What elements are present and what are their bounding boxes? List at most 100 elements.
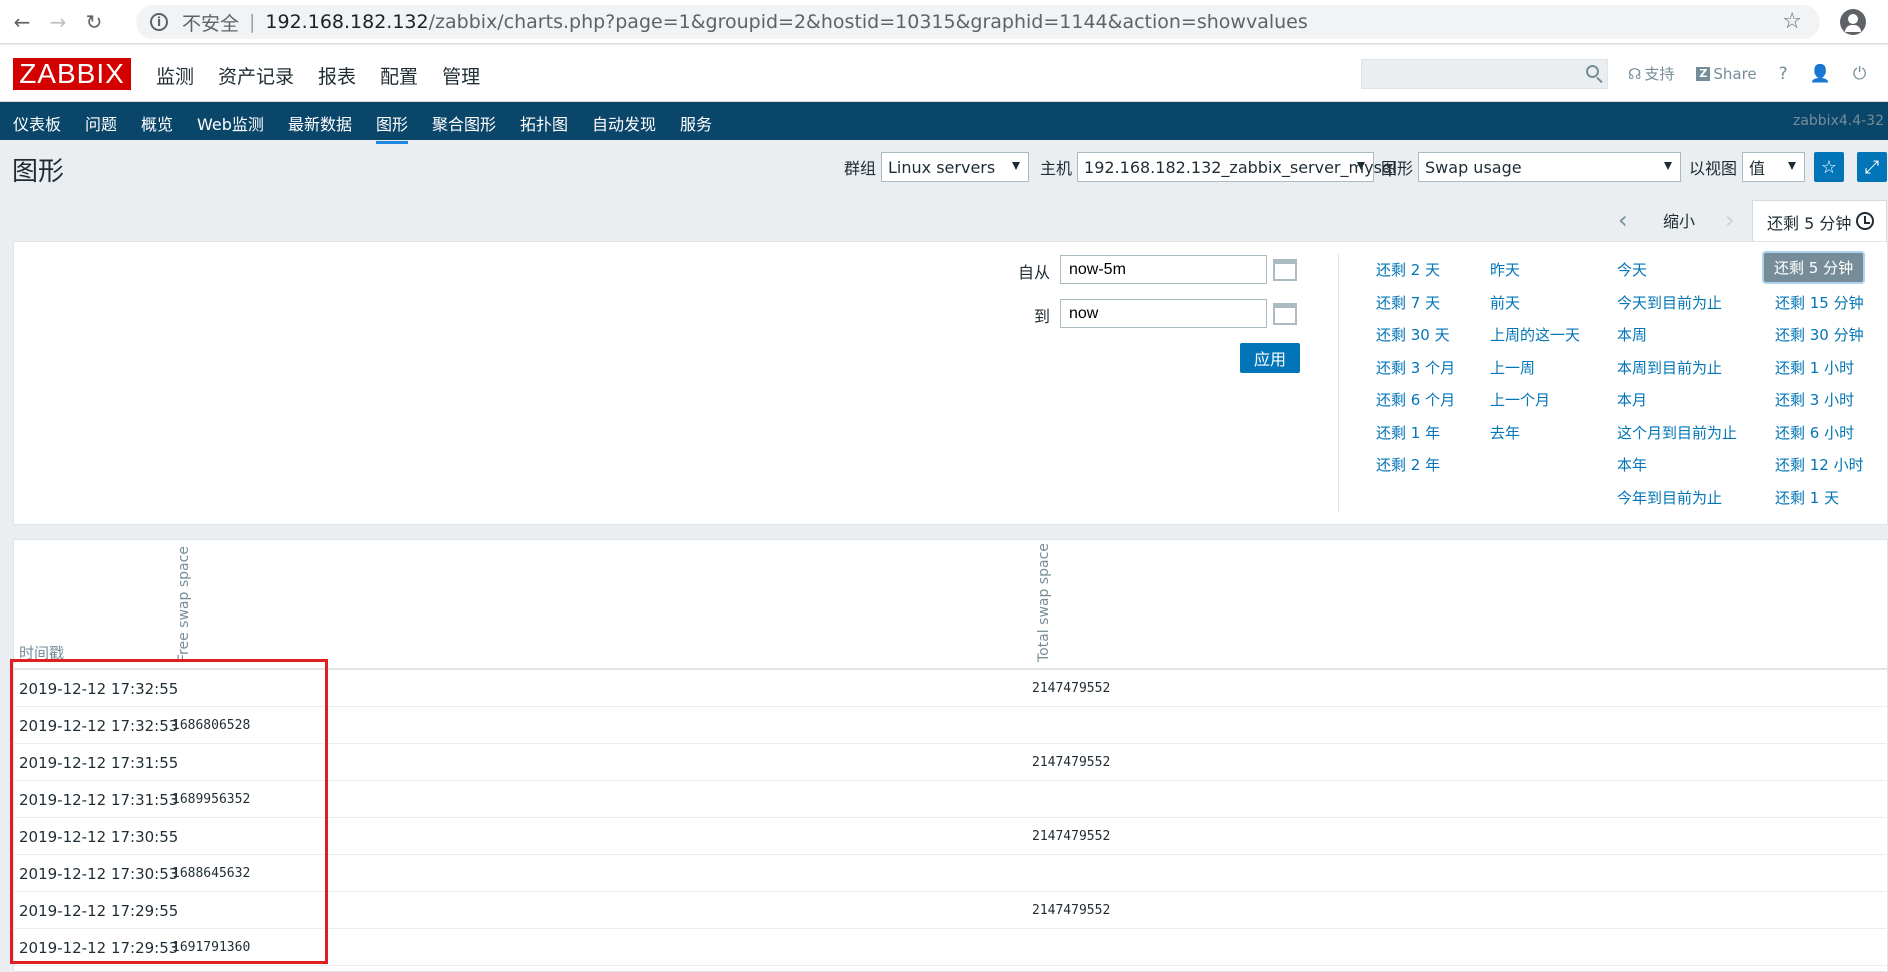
apply-button[interactable]: 应用 bbox=[1240, 343, 1300, 373]
zoom-out-button[interactable]: 缩小 bbox=[1663, 204, 1695, 236]
from-input[interactable] bbox=[1060, 255, 1267, 284]
menu-monitoring[interactable]: 监测 bbox=[156, 62, 195, 105]
share-link[interactable]: Z Share bbox=[1696, 65, 1757, 83]
menu-inventory[interactable]: 资产记录 bbox=[218, 62, 294, 89]
quick-range-link[interactable]: 还剩 12 小时 bbox=[1775, 454, 1864, 475]
reload-icon[interactable]: ↻ bbox=[80, 8, 108, 36]
user-profile-icon[interactable]: 👤 bbox=[1810, 64, 1831, 84]
help-link[interactable]: ? bbox=[1779, 64, 1788, 84]
zabbix-header: ZABBIX 监测 资产记录 报表 配置 管理 ☊ 支持 Z Share ? 👤 ⏻ bbox=[0, 45, 1888, 105]
quick-range-link[interactable]: 今年到目前为止 bbox=[1617, 487, 1722, 508]
chevron-down-icon bbox=[1788, 162, 1797, 170]
group-label: 群组 bbox=[844, 159, 877, 178]
quick-range-link[interactable]: 本周到目前为止 bbox=[1617, 357, 1722, 378]
subnav-discovery[interactable]: 自动发现 bbox=[592, 111, 656, 135]
view-select-value: 值 bbox=[1749, 159, 1766, 178]
sub-navigation: 仪表板 问题 概览 Web监测 最新数据 图形 聚合图形 拓扑图 自动发现 服务… bbox=[0, 102, 1888, 144]
quick-range-link[interactable]: 还剩 2 年 bbox=[1376, 454, 1440, 475]
browser-toolbar: ← → ↻ i 不安全 | 192.168.182.132/zabbix/cha… bbox=[0, 0, 1888, 44]
quick-range-link[interactable]: 还剩 1 年 bbox=[1376, 422, 1440, 443]
url-path: /zabbix/charts.php?page=1&groupid=2&host… bbox=[428, 11, 1308, 33]
time-tab[interactable]: 还剩 5 分钟 bbox=[1752, 200, 1887, 242]
cell-total: 2147479552 bbox=[1032, 903, 1111, 918]
graph-select-value: Swap usage bbox=[1425, 157, 1522, 177]
forward-arrow-icon[interactable]: → bbox=[44, 8, 72, 36]
subnav-graphs[interactable]: 图形 bbox=[375, 111, 408, 144]
view-label: 以视图 bbox=[1689, 159, 1738, 178]
graph-label: 图形 bbox=[1381, 159, 1414, 178]
chevron-down-icon bbox=[1664, 162, 1673, 170]
quick-range-link[interactable]: 上一个月 bbox=[1490, 389, 1550, 410]
subnav-problems[interactable]: 问题 bbox=[85, 111, 117, 135]
quick-range-link[interactable]: 还剩 6 小时 bbox=[1775, 422, 1854, 443]
info-icon[interactable]: i bbox=[150, 13, 168, 31]
graph-select[interactable]: Swap usage bbox=[1418, 152, 1682, 182]
quick-range-link[interactable]: 本年 bbox=[1617, 454, 1647, 475]
subnav-dashboard[interactable]: 仪表板 bbox=[13, 111, 61, 135]
add-favorite-star-icon[interactable]: ☆ bbox=[1814, 152, 1844, 182]
quick-range-link[interactable]: 还剩 3 个月 bbox=[1376, 357, 1455, 378]
quick-range-link[interactable]: 今天到目前为止 bbox=[1617, 292, 1722, 313]
logout-power-icon[interactable]: ⏻ bbox=[1853, 64, 1866, 84]
quick-range-link[interactable]: 上周的这一天 bbox=[1490, 324, 1580, 345]
time-prev-arrow-icon[interactable]: ‹ bbox=[1618, 204, 1628, 236]
subnav-services[interactable]: 服务 bbox=[680, 111, 712, 135]
global-search-input[interactable] bbox=[1361, 59, 1608, 89]
address-separator: | bbox=[249, 11, 256, 33]
share-z-icon: Z bbox=[1696, 66, 1711, 81]
fullscreen-icon[interactable]: ⤢ bbox=[1857, 152, 1887, 182]
host-filter: 主机 192.168.182.132_zabbix_server_mysql bbox=[1040, 152, 1397, 182]
headset-icon: ☊ bbox=[1628, 64, 1642, 83]
group-select-value: Linux servers bbox=[888, 157, 996, 177]
column-header-free-swap: Free swap space bbox=[176, 546, 192, 662]
calendar-icon[interactable] bbox=[1273, 259, 1297, 281]
quick-range-link[interactable]: 还剩 3 小时 bbox=[1775, 389, 1854, 410]
menu-administration[interactable]: 管理 bbox=[442, 62, 480, 89]
host-select[interactable]: 192.168.182.132_zabbix_server_mysql bbox=[1077, 152, 1397, 182]
menu-reports[interactable]: 报表 bbox=[318, 62, 356, 89]
address-bar[interactable]: i 不安全 | 192.168.182.132/zabbix/charts.ph… bbox=[136, 5, 1820, 39]
quick-range-link[interactable]: 还剩 1 小时 bbox=[1775, 357, 1854, 378]
quick-range-link[interactable]: 还剩 30 天 bbox=[1376, 324, 1450, 345]
insecure-label: 不安全 bbox=[182, 12, 240, 35]
quick-range-link[interactable]: 还剩 2 天 bbox=[1376, 259, 1440, 280]
subnav-latest-data[interactable]: 最新数据 bbox=[288, 111, 352, 135]
quick-range-link[interactable]: 还剩 5 分钟 bbox=[1764, 253, 1864, 282]
subnav-web[interactable]: Web监测 bbox=[197, 111, 264, 135]
quick-range-link[interactable]: 还剩 1 天 bbox=[1775, 487, 1839, 508]
to-input[interactable] bbox=[1060, 299, 1267, 328]
quick-range-link[interactable]: 还剩 15 分钟 bbox=[1775, 292, 1864, 313]
calendar-icon[interactable] bbox=[1273, 303, 1297, 325]
quick-range-link[interactable]: 上一周 bbox=[1490, 357, 1535, 378]
menu-configuration[interactable]: 配置 bbox=[380, 62, 418, 89]
group-select[interactable]: Linux servers bbox=[881, 152, 1030, 182]
view-select[interactable]: 值 bbox=[1742, 152, 1806, 182]
clock-icon bbox=[1856, 212, 1874, 230]
quick-range-link[interactable]: 去年 bbox=[1490, 422, 1520, 443]
quick-range-link[interactable]: 还剩 6 个月 bbox=[1376, 389, 1455, 410]
search-icon[interactable] bbox=[1586, 65, 1599, 78]
quick-range-link[interactable]: 本周 bbox=[1617, 324, 1647, 345]
subnav-maps[interactable]: 拓扑图 bbox=[520, 111, 568, 135]
zabbix-logo[interactable]: ZABBIX bbox=[13, 58, 131, 90]
quick-range-link[interactable]: 昨天 bbox=[1490, 259, 1520, 280]
quick-range-link[interactable]: 这个月到目前为止 bbox=[1617, 422, 1737, 443]
quick-range-link[interactable]: 还剩 7 天 bbox=[1376, 292, 1440, 313]
quick-range-link[interactable]: 本月 bbox=[1617, 389, 1647, 410]
bookmark-star-icon[interactable]: ☆ bbox=[1782, 9, 1802, 34]
url-host: 192.168.182.132 bbox=[265, 11, 429, 33]
time-next-arrow-icon[interactable]: › bbox=[1725, 204, 1735, 236]
subnav-overview[interactable]: 概览 bbox=[141, 111, 173, 135]
profile-avatar-icon[interactable] bbox=[1840, 9, 1866, 35]
from-label: 自从 bbox=[1018, 263, 1051, 282]
quick-range-link[interactable]: 今天 bbox=[1617, 259, 1647, 280]
back-arrow-icon[interactable]: ← bbox=[8, 8, 36, 36]
time-tab-label: 还剩 5 分钟 bbox=[1767, 213, 1852, 233]
group-filter: 群组 Linux servers bbox=[844, 152, 1030, 182]
panel-divider bbox=[1338, 254, 1339, 512]
support-link[interactable]: ☊ 支持 bbox=[1628, 63, 1674, 84]
cell-total: 2147479552 bbox=[1032, 755, 1111, 770]
subnav-screens[interactable]: 聚合图形 bbox=[432, 111, 496, 135]
quick-range-link[interactable]: 还剩 30 分钟 bbox=[1775, 324, 1864, 345]
quick-range-link[interactable]: 前天 bbox=[1490, 292, 1520, 313]
